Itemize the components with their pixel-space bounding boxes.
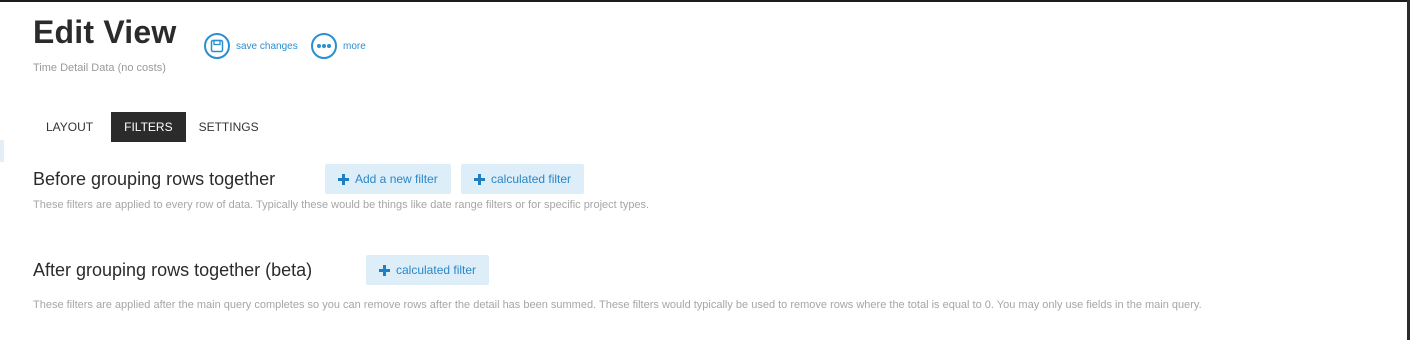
after-grouping-description: These filters are applied after the main… [33, 299, 1202, 311]
before-grouping-description: These filters are applied to every row o… [33, 199, 650, 211]
tab-settings[interactable]: SETTINGS [186, 112, 272, 142]
page-title: Edit View [33, 14, 177, 50]
add-new-filter-label: Add a new filter [355, 172, 438, 186]
plus-icon [379, 264, 390, 276]
view-tabs: LAYOUT FILTERS SETTINGS [34, 112, 272, 142]
plus-icon [474, 173, 485, 185]
top-border [0, 0, 1410, 2]
tab-layout[interactable]: LAYOUT [34, 112, 111, 142]
after-calculated-filter-button[interactable]: calculated filter [366, 255, 490, 285]
after-grouping-title: After grouping rows together (beta) [33, 260, 313, 280]
save-changes-button[interactable]: save changes [204, 33, 298, 59]
left-panel-highlight [0, 140, 4, 162]
page-subtitle: Time Detail Data (no costs) [33, 62, 166, 74]
before-grouping-title: Before grouping rows together [33, 169, 276, 189]
before-calculated-filter-label: calculated filter [491, 172, 572, 186]
plus-icon [338, 173, 349, 185]
left-panel-edge [0, 0, 6, 340]
more-icon [311, 33, 337, 59]
tab-filters[interactable]: FILTERS [111, 112, 186, 142]
save-changes-label: save changes [236, 40, 298, 52]
before-calculated-filter-button[interactable]: calculated filter [461, 164, 585, 194]
more-button[interactable]: more [311, 33, 366, 59]
edit-view-page: Edit View Time Detail Data (no costs) sa… [0, 0, 1410, 340]
more-label: more [343, 40, 366, 52]
add-new-filter-button[interactable]: Add a new filter [325, 164, 451, 194]
save-icon [204, 33, 230, 59]
after-calculated-filter-label: calculated filter [396, 263, 477, 277]
